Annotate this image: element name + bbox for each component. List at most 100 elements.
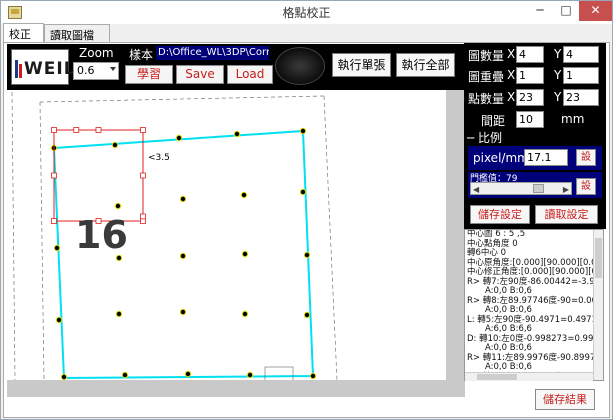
grid-dot	[112, 142, 118, 148]
selection-handle	[73, 127, 80, 133]
overlap-x-input[interactable]: 1	[516, 67, 544, 84]
scale-section-dash: ─	[467, 131, 479, 145]
log-lines: 中心圖 6 : 5 ,5 中心點角度 0 轉6中心 0 中心原角度:[0.000][9…	[465, 230, 603, 380]
minimize-button[interactable]: ─	[527, 1, 553, 21]
grid-dot	[180, 309, 186, 315]
selection-handle	[140, 127, 146, 133]
dashed-line	[323, 95, 338, 380]
grid-dot	[116, 311, 122, 317]
tab-calibrate[interactable]: 校正	[3, 23, 44, 43]
points-y-input[interactable]: 23	[563, 89, 599, 106]
save-result-button[interactable]: 儲存結果	[535, 389, 595, 410]
overlap-x-label: X	[507, 68, 516, 82]
canvas-vertical-scrollbar[interactable]	[446, 90, 465, 380]
count-label: 圖數量	[468, 49, 505, 63]
zoom-value: 0.6	[77, 64, 95, 77]
save-settings-button[interactable]: 儲存設定	[470, 205, 530, 224]
maximize-button[interactable]: □	[553, 1, 579, 21]
title-bar: 格點校正 ─ □ ✕	[1, 1, 612, 24]
logo-mark-icon	[15, 60, 22, 78]
grid-dot	[180, 196, 186, 202]
count-y-label: Y	[554, 47, 562, 61]
dashed-line	[39, 101, 45, 380]
app-window: 格點校正 ─ □ ✕ 校正 讀取圖檔 WEILI Zoom 0.6 樣本 D:\…	[0, 0, 613, 420]
slider-left-arrow-icon[interactable]: ◀	[473, 185, 479, 194]
spacing-label: 間距	[481, 114, 506, 128]
grid-dot	[180, 253, 186, 259]
run-all-button[interactable]: 執行全部	[396, 53, 455, 77]
grid-dot	[242, 311, 248, 317]
count-x-input[interactable]: 4	[516, 46, 544, 63]
tab-strip: 校正 讀取圖檔	[3, 23, 612, 43]
tile-number-label: 16	[75, 213, 128, 257]
pixel-input[interactable]: 17.1	[524, 149, 568, 166]
slider-right-arrow-icon[interactable]: ▶	[563, 185, 569, 194]
overlap-y-input[interactable]: 1	[563, 67, 599, 84]
grid-dot	[185, 371, 191, 377]
image-canvas[interactable]: 16 <3.5	[7, 90, 446, 380]
grid-dot	[300, 128, 306, 134]
zoom-label: Zoom	[79, 46, 114, 60]
log-output[interactable]: 中心圖 6 : 5 ,5 中心點角度 0 轉6中心 0 中心原角度:[0.000][9…	[464, 229, 604, 381]
grid-dot	[56, 317, 62, 323]
log-hscroll-thumb[interactable]	[477, 374, 517, 380]
grid-dot	[234, 131, 240, 137]
overlap-y-label: Y	[554, 68, 562, 82]
weili-logo: WEILI	[11, 49, 82, 85]
chevron-down-icon	[110, 67, 116, 71]
selection-handle	[51, 172, 57, 179]
pixel-label: pixel/mm	[473, 151, 529, 165]
grid-dot	[176, 135, 182, 141]
selection-handle	[95, 127, 102, 133]
points-y-label: Y	[554, 90, 562, 104]
log-scroll-thumb[interactable]	[595, 238, 602, 278]
corner-marker	[264, 366, 294, 380]
window-title: 格點校正	[282, 6, 331, 20]
spacing-input[interactable]: 10	[516, 111, 544, 128]
grid-dot	[241, 192, 247, 198]
selection-handle	[140, 213, 146, 220]
sample-label: 樣本	[129, 48, 154, 62]
dashed-line	[39, 95, 325, 103]
points-label: 點數量	[468, 92, 505, 106]
threshold-slider[interactable]: ◀ ▶	[470, 182, 572, 195]
selection-handle	[51, 218, 57, 224]
grid-drawing: 16 <3.5	[11, 91, 338, 380]
load-button[interactable]: Load	[227, 65, 273, 84]
grid-dot	[300, 189, 306, 195]
save-button[interactable]: Save	[176, 65, 224, 84]
scale-section-title: ─ 比例	[467, 129, 502, 146]
scale-section-label: 比例	[478, 131, 503, 145]
points-x-input[interactable]: 23	[516, 89, 544, 106]
canvas-horizontal-scrollbar[interactable]	[7, 380, 465, 397]
log-vertical-scrollbar[interactable]	[593, 230, 603, 380]
count-y-input[interactable]: 4	[563, 46, 599, 63]
grid-dot	[304, 312, 310, 318]
grid-dot	[54, 245, 60, 251]
grid-dot	[115, 203, 121, 209]
grid-dot	[242, 251, 248, 257]
grid-dot	[247, 372, 253, 378]
offset-label: <3.5	[148, 153, 170, 163]
run-single-button[interactable]: 執行單張	[332, 53, 391, 77]
grid-dot	[122, 372, 128, 378]
preview-blob	[275, 47, 325, 85]
log-horizontal-scrollbar[interactable]	[465, 372, 593, 381]
tab-read-image[interactable]: 讀取圖檔	[44, 24, 110, 42]
slider-thumb[interactable]	[533, 184, 544, 193]
sample-path-field[interactable]: D:\Office_WL\3DP\Corr	[156, 46, 269, 60]
selection-handle	[140, 172, 146, 179]
grid-dot	[304, 252, 310, 258]
pixel-set-button[interactable]: 設	[576, 149, 596, 166]
grid-dot	[310, 373, 316, 379]
close-button[interactable]: ✕	[579, 1, 612, 21]
points-x-label: X	[507, 90, 516, 104]
overlap-label: 圖重疊	[468, 70, 505, 84]
threshold-set-button[interactable]: 設	[576, 178, 596, 195]
learn-button[interactable]: 學習	[125, 65, 173, 84]
dashed-line	[11, 91, 16, 380]
zoom-select[interactable]: 0.6	[73, 62, 119, 80]
read-settings-button[interactable]: 讀取設定	[535, 205, 598, 224]
spacing-unit: mm	[561, 112, 585, 126]
dashed-outline	[11, 91, 338, 380]
